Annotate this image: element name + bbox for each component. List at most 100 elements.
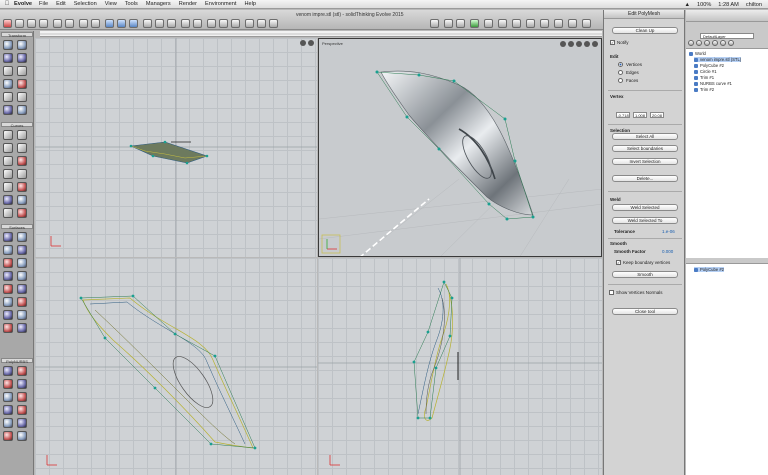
trim-tool-icon[interactable]	[3, 284, 13, 294]
vertex-z-field[interactable]: 20.08	[650, 112, 664, 118]
nurbs-curve-tool-icon[interactable]	[3, 169, 13, 179]
palette-section-transform[interactable]: Transform	[1, 32, 33, 38]
offset-surface-tool-icon[interactable]	[17, 284, 27, 294]
open-file-icon[interactable]	[27, 19, 36, 28]
menu-file[interactable]: File	[39, 1, 48, 7]
delete-button[interactable]: Delete...	[612, 175, 678, 182]
subdivide-tool-icon[interactable]	[17, 431, 27, 441]
move-icon[interactable]	[105, 19, 114, 28]
menu-tools[interactable]: Tools	[125, 1, 138, 7]
menu-help[interactable]: Help	[244, 1, 256, 7]
apple-icon[interactable]: 	[0, 1, 14, 7]
scale-icon[interactable]	[129, 19, 138, 28]
viewport-bottom-right[interactable]	[318, 258, 602, 475]
timeline-bar[interactable]	[40, 31, 602, 37]
zoom-icon-tr[interactable]	[584, 41, 590, 47]
wifi-icon[interactable]: ▲	[684, 2, 690, 8]
tree-item-trim2[interactable]: Trim #2	[694, 87, 714, 92]
blend-curve-tool-icon[interactable]	[3, 195, 13, 205]
palette-section-curves[interactable]: Curves	[1, 122, 33, 128]
undo-icon[interactable]	[79, 19, 88, 28]
camera-icon[interactable]	[554, 19, 563, 28]
view-single-icon[interactable]	[181, 19, 190, 28]
layers-icon[interactable]	[512, 19, 521, 28]
weld-tool-icon[interactable]	[3, 431, 13, 441]
save-file-icon[interactable]	[39, 19, 48, 28]
polyline-tool-icon[interactable]	[17, 130, 27, 140]
snap-grid-icon[interactable]	[143, 19, 152, 28]
camera-icon-tr[interactable]	[560, 41, 566, 47]
lights-icon[interactable]	[540, 19, 549, 28]
radio-edges[interactable]	[618, 70, 623, 75]
revolve-tool-icon[interactable]	[17, 232, 27, 242]
palette-section-surfaces[interactable]: Surfaces	[1, 224, 33, 230]
twist-tool-icon[interactable]	[3, 92, 13, 102]
weld-selected-button[interactable]: Weld Selected	[612, 204, 678, 211]
primitive-cone-tool-icon[interactable]	[17, 323, 27, 333]
tree-item-polycube[interactable]: PolyCube #2	[694, 63, 724, 68]
menu-render[interactable]: Render	[179, 1, 197, 7]
primitive-sphere-tool-icon[interactable]	[3, 310, 13, 320]
smooth-tool-icon[interactable]	[17, 418, 27, 428]
menu-managers[interactable]: Managers	[146, 1, 171, 7]
stop-icon[interactable]	[484, 19, 493, 28]
close-window-icon[interactable]	[3, 19, 12, 28]
boolean-tool-icon[interactable]	[17, 297, 27, 307]
vertex-x-field[interactable]: -0.718	[616, 112, 630, 118]
menu-view[interactable]: View	[105, 1, 117, 7]
folder-icon[interactable]	[712, 40, 718, 46]
convert-tool-icon[interactable]	[3, 418, 13, 428]
weld-selected-to-button[interactable]: Weld Selected To	[612, 217, 678, 224]
shell-tool-icon[interactable]	[3, 297, 13, 307]
polycube-tool-icon[interactable]	[3, 366, 13, 376]
tree-item-trim1[interactable]: Trim #1	[694, 75, 714, 80]
play-icon[interactable]	[470, 19, 479, 28]
select-icon[interactable]	[53, 19, 62, 28]
tree-item-world[interactable]: World	[689, 51, 706, 56]
flow-tool-icon[interactable]	[17, 105, 27, 115]
render-icon[interactable]	[269, 19, 278, 28]
snap-point-icon[interactable]	[155, 19, 164, 28]
menu-selection[interactable]: Selection	[74, 1, 97, 7]
shade-icon-tr[interactable]	[576, 41, 582, 47]
material-icon[interactable]	[526, 19, 535, 28]
battery-status[interactable]: 100%	[697, 2, 711, 8]
bridge-tool-icon[interactable]	[17, 392, 27, 402]
clean-up-button[interactable]: Clean Up	[612, 27, 678, 34]
patch-tool-icon[interactable]	[17, 258, 27, 268]
tolerance-value[interactable]: 1.e-06	[662, 229, 675, 234]
environment-icon[interactable]	[568, 19, 577, 28]
maximize-icon-tl[interactable]	[308, 40, 314, 46]
tree-item-nurbs-curve[interactable]: NURBS curve #1	[694, 81, 732, 86]
project-curve-tool-icon[interactable]	[17, 195, 27, 205]
search-icon[interactable]	[728, 40, 734, 46]
viewport-bottom-left[interactable]	[35, 258, 317, 475]
view-quad-icon[interactable]	[193, 19, 202, 28]
polymesh-edit-tool-icon[interactable]	[17, 366, 27, 376]
shaded-icon[interactable]	[257, 19, 266, 28]
eye-icon[interactable]	[688, 40, 694, 46]
keep-boundary-checkbox[interactable]: ✓	[616, 260, 621, 265]
vertex-y-field[interactable]: 1.008	[633, 112, 647, 118]
crease-tool-icon[interactable]	[3, 405, 13, 415]
maximize-icon-tr[interactable]	[592, 41, 598, 47]
fillet-surface-tool-icon[interactable]	[17, 271, 27, 281]
taper-tool-icon[interactable]	[17, 92, 27, 102]
lattice-tool-icon[interactable]	[3, 105, 13, 115]
menu-environment[interactable]: Environment	[205, 1, 236, 7]
sweep-tool-icon[interactable]	[17, 245, 27, 255]
spline-tool-icon[interactable]	[17, 169, 27, 179]
text-tool-icon[interactable]	[17, 208, 27, 218]
loft-tool-icon[interactable]	[3, 245, 13, 255]
split-tool-icon[interactable]	[3, 392, 13, 402]
radio-faces[interactable]	[618, 78, 623, 83]
fillet-curve-tool-icon[interactable]	[3, 182, 13, 192]
bend-tool-icon[interactable]	[17, 79, 27, 89]
user-name[interactable]: chilton	[746, 2, 762, 8]
light-icon-tr[interactable]	[568, 41, 574, 47]
orbit-icon[interactable]	[231, 19, 240, 28]
pan-icon[interactable]	[219, 19, 228, 28]
line-tool-icon[interactable]	[3, 130, 13, 140]
rectangle-tool-icon[interactable]	[17, 156, 27, 166]
primitive-cube-tool-icon[interactable]	[17, 310, 27, 320]
